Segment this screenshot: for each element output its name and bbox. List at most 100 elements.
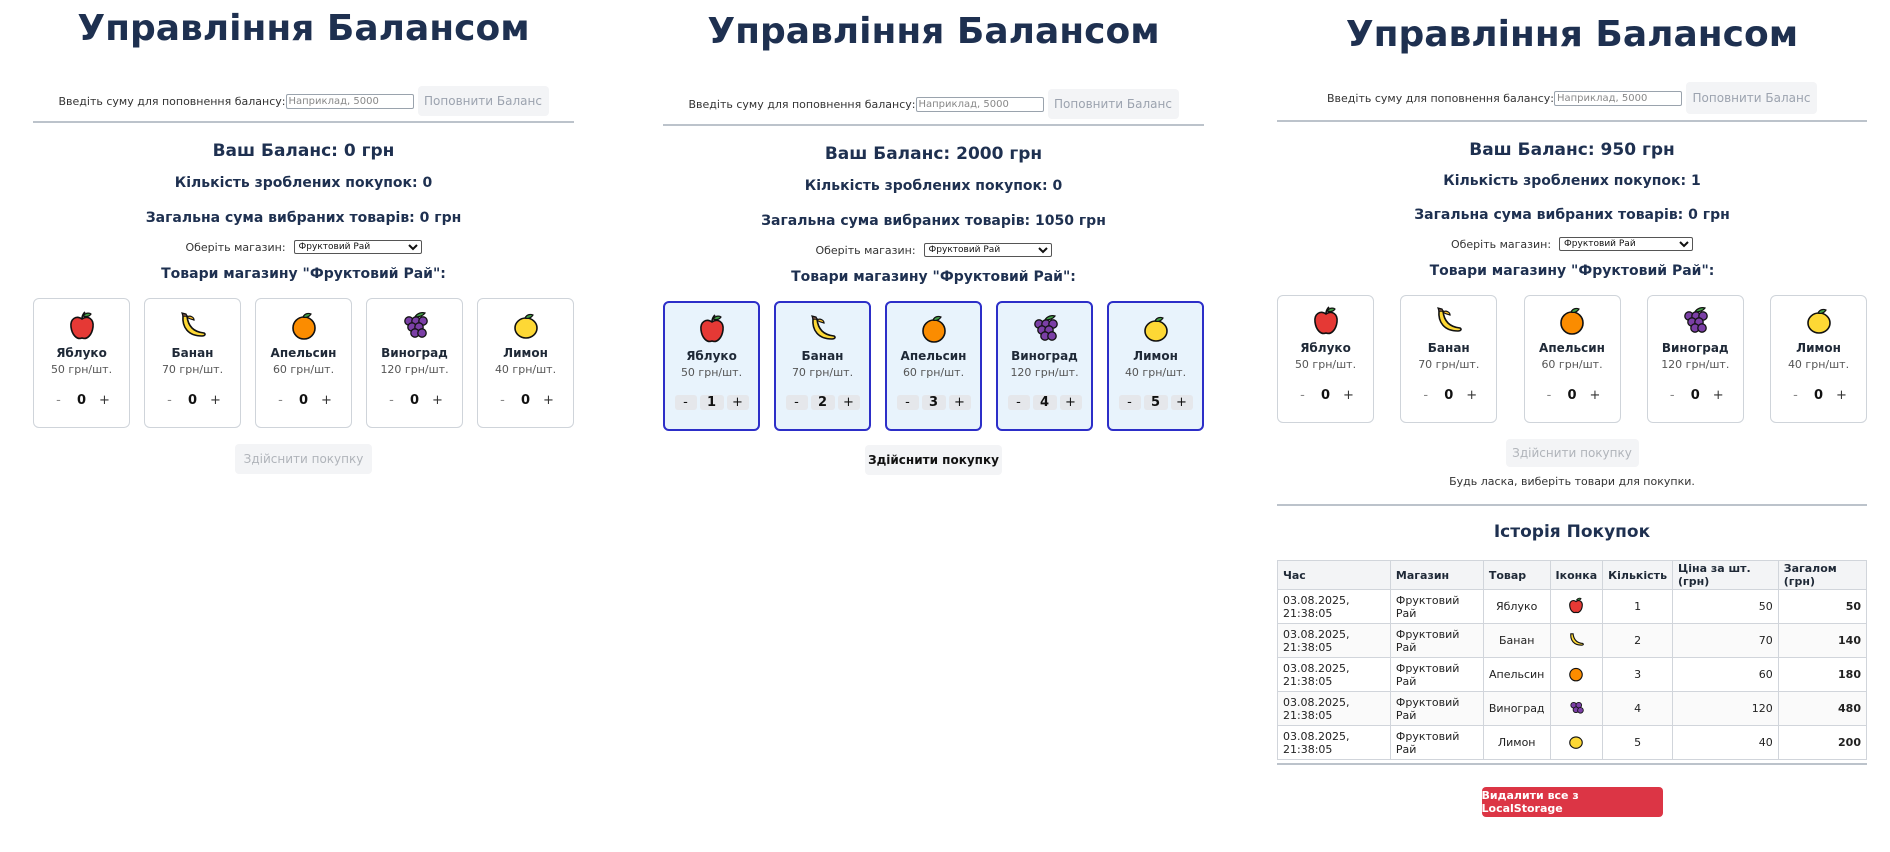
qty-value: 0 xyxy=(187,392,198,408)
deposit-label: Введіть суму для поповнення балансу: xyxy=(1327,91,1554,105)
qty-increase-button[interactable]: + xyxy=(1059,394,1082,410)
qty-decrease-button[interactable]: - xyxy=(270,393,292,408)
qty-increase-button[interactable]: + xyxy=(1584,388,1606,403)
qty-decrease-button[interactable]: - xyxy=(1007,394,1030,410)
purchases-count: Кількість зроблених покупок: 0 xyxy=(174,175,433,191)
quantity-stepper: - 1 + xyxy=(665,391,758,413)
product-name: Банан xyxy=(171,346,214,360)
deposit-button[interactable]: Поповнити Баланс xyxy=(1047,89,1179,119)
purchase-button[interactable]: Здійснити покупку xyxy=(235,444,372,474)
product-card-apple[interactable]: Яблуко 50 грн/шт. - 0 + xyxy=(1277,295,1374,423)
product-card-grapes[interactable]: Виноград 120 грн/шт. - 0 + xyxy=(1646,295,1744,423)
product-card-lemon[interactable]: Лимон 40 грн/шт. - 5 + xyxy=(1107,301,1204,431)
qty-decrease-button[interactable]: - xyxy=(785,394,808,410)
product-card-apple[interactable]: Яблуко 50 грн/шт. - 0 + xyxy=(33,298,130,428)
product-card-apple[interactable]: Яблуко 50 грн/шт. - 1 + xyxy=(663,301,760,431)
divider xyxy=(663,124,1204,126)
qty-decrease-button[interactable]: - xyxy=(1661,388,1683,403)
cell-total: 50 xyxy=(1777,589,1868,624)
qty-decrease-button[interactable]: - xyxy=(159,393,181,408)
purchase-button[interactable]: Здійснити покупку xyxy=(865,445,1002,475)
qty-increase-button[interactable]: + xyxy=(1707,388,1729,403)
product-card-banana[interactable]: Банан 70 грн/шт. - 0 + xyxy=(144,298,241,428)
qty-increase-button[interactable]: + xyxy=(948,394,971,410)
product-card-orange[interactable]: Апельсин 60 грн/шт. - 0 + xyxy=(255,298,352,428)
deposit-amount-input[interactable] xyxy=(1554,90,1682,106)
qty-increase-button[interactable]: + xyxy=(538,393,560,408)
deposit-button[interactable]: Поповнити Баланс xyxy=(417,86,549,116)
deposit-button[interactable]: Поповнити Баланс xyxy=(1686,82,1817,114)
product-price: 60 грн/шт. xyxy=(272,363,335,376)
shop-select-row: Оберіть магазин: Фруктовий Рай xyxy=(33,238,574,256)
qty-decrease-button[interactable]: - xyxy=(674,394,697,410)
deposit-amount-input[interactable] xyxy=(915,96,1044,112)
qty-value: 0 xyxy=(409,392,420,408)
history-table: Час Магазин Товар Іконка Кількість Ціна … xyxy=(1277,560,1868,760)
apple-icon xyxy=(1313,306,1338,335)
qty-decrease-button[interactable]: - xyxy=(1292,388,1314,403)
product-card-orange[interactable]: Апельсин 60 грн/шт. - 0 + xyxy=(1523,295,1621,423)
cell-unit-price: 60 xyxy=(1672,657,1779,692)
product-card-orange[interactable]: Апельсин 60 грн/шт. - 3 + xyxy=(885,301,982,431)
shop-select[interactable]: Фруктовий Рай xyxy=(923,243,1052,257)
product-list: Яблуко 50 грн/шт. - 0 + Банан 70 грн/шт.… xyxy=(1277,295,1867,423)
quantity-stepper: - 0 + xyxy=(1278,386,1373,404)
table-header-row: Час Магазин Товар Іконка Кількість Ціна … xyxy=(1277,560,1868,590)
product-card-grapes[interactable]: Виноград 120 грн/шт. - 0 + xyxy=(366,298,463,428)
deposit-label: Введіть суму для поповнення балансу: xyxy=(58,94,286,108)
qty-increase-button[interactable]: + xyxy=(837,394,860,410)
deposit-amount-input[interactable] xyxy=(285,93,414,109)
cell-total: 200 xyxy=(1777,725,1868,760)
product-name: Лимон xyxy=(1133,349,1178,363)
purchase-button[interactable]: Здійснити покупку xyxy=(1505,439,1639,467)
product-price: 50 грн/шт. xyxy=(680,366,743,379)
qty-increase-button[interactable]: + xyxy=(205,393,227,408)
qty-decrease-button[interactable]: - xyxy=(381,393,403,408)
product-price: 120 грн/шт. xyxy=(380,363,449,376)
qty-decrease-button[interactable]: - xyxy=(896,394,919,410)
qty-increase-button[interactable]: + xyxy=(1831,388,1853,403)
lemon-icon xyxy=(1569,735,1584,749)
qty-increase-button[interactable]: + xyxy=(726,394,749,410)
product-card-banana[interactable]: Банан 70 грн/шт. - 0 + xyxy=(1400,295,1498,423)
product-card-lemon[interactable]: Лимон 40 грн/шт. - 0 + xyxy=(477,298,574,428)
grapes-icon xyxy=(403,312,428,338)
clear-localstorage-button[interactable]: Видалити все з LocalStorage xyxy=(1481,787,1663,817)
qty-increase-button[interactable]: + xyxy=(1170,394,1193,410)
shop-select[interactable]: Фруктовий Рай xyxy=(1559,237,1694,251)
quantity-stepper: - 0 + xyxy=(1401,386,1496,404)
cell-icon xyxy=(1549,725,1604,760)
qty-decrease-button[interactable]: - xyxy=(1538,388,1560,403)
product-price: 70 грн/шт. xyxy=(791,366,854,379)
cell-time: 03.08.2025, 21:38:05 xyxy=(1277,691,1391,726)
page-title: Управління Балансом xyxy=(1345,14,1799,55)
qty-increase-button[interactable]: + xyxy=(1461,388,1483,403)
goods-heading: Товари магазину "Фруктовий Рай": xyxy=(1429,263,1715,279)
shop-select-row: Оберіть магазин: Фруктовий Рай xyxy=(1277,235,1867,253)
balance-display: Ваш Баланс: 2000 грн xyxy=(824,144,1043,164)
qty-decrease-button[interactable]: - xyxy=(1118,394,1141,410)
table-row: 03.08.2025, 21:38:05 Фруктовий Рай Виног… xyxy=(1277,691,1868,726)
shop-select-label: Оберіть магазин: xyxy=(815,243,916,257)
product-card-banana[interactable]: Банан 70 грн/шт. - 2 + xyxy=(774,301,871,431)
banana-icon xyxy=(1436,307,1462,332)
cell-total: 140 xyxy=(1777,623,1868,658)
balance-display: Ваш Баланс: 950 грн xyxy=(1469,140,1675,160)
qty-decrease-button[interactable]: - xyxy=(1785,388,1807,403)
product-card-lemon[interactable]: Лимон 40 грн/шт. - 0 + xyxy=(1770,295,1867,423)
cell-item: Апельсин xyxy=(1482,657,1551,692)
qty-increase-button[interactable]: + xyxy=(1338,388,1360,403)
qty-increase-button[interactable]: + xyxy=(316,393,338,408)
qty-decrease-button[interactable]: - xyxy=(492,393,514,408)
qty-increase-button[interactable]: + xyxy=(427,393,449,408)
col-icon: Іконка xyxy=(1549,560,1604,590)
hint-message: Будь ласка, виберіть товари для покупки. xyxy=(1449,475,1695,488)
product-card-grapes[interactable]: Виноград 120 грн/шт. - 4 + xyxy=(996,301,1093,431)
qty-decrease-button[interactable]: - xyxy=(48,393,70,408)
qty-decrease-button[interactable]: - xyxy=(1415,388,1437,403)
banana-icon xyxy=(1570,632,1584,646)
qty-increase-button[interactable]: + xyxy=(94,393,116,408)
product-price: 40 грн/шт. xyxy=(494,363,557,376)
orange-icon xyxy=(921,315,946,343)
shop-select[interactable]: Фруктовий Рай xyxy=(293,240,422,254)
